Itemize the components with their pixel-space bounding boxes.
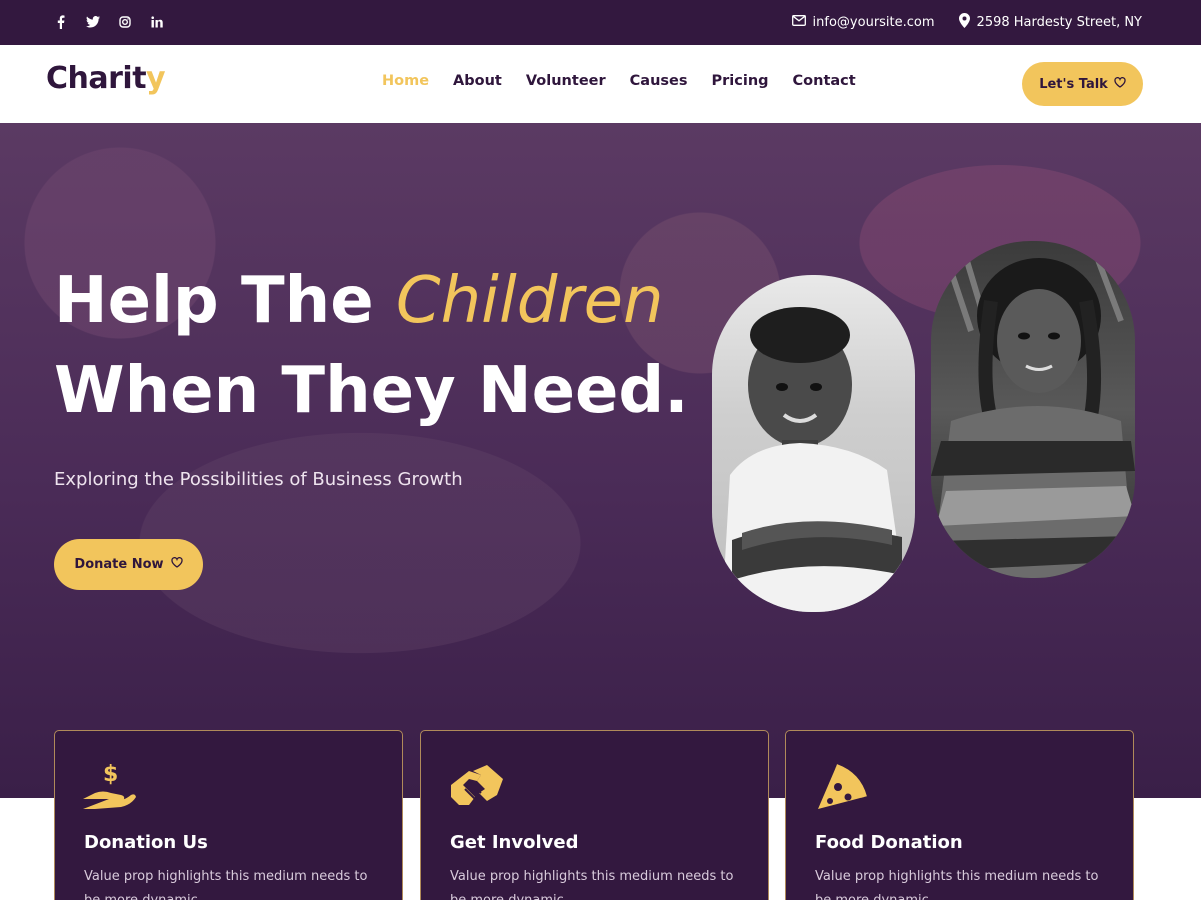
card-title: Get Involved bbox=[450, 832, 579, 853]
location-pin-icon bbox=[958, 13, 970, 32]
hero-section: Help The Children When They Need. Explor… bbox=[0, 123, 1201, 798]
service-card-food-donation[interactable]: Food Donation Value prop highlights this… bbox=[785, 730, 1134, 900]
card-title: Donation Us bbox=[84, 832, 208, 853]
hero-photo-boy bbox=[712, 275, 915, 612]
nav-contact[interactable]: Contact bbox=[793, 73, 856, 89]
top-bar: info@yoursite.com 2598 Hardesty Street, … bbox=[0, 0, 1201, 45]
nav-home[interactable]: Home bbox=[382, 73, 429, 89]
address-contact: 2598 Hardesty Street, NY bbox=[958, 13, 1142, 32]
hero-title-line1: Help The Children bbox=[54, 269, 664, 333]
card-text: Value prop highlights this medium needs … bbox=[450, 869, 734, 900]
lets-talk-label: Let's Talk bbox=[1039, 76, 1108, 92]
main-header: Charity Home About Volunteer Causes Pric… bbox=[0, 45, 1201, 123]
money-hand-icon: $ bbox=[81, 759, 137, 815]
nav-pricing[interactable]: Pricing bbox=[712, 73, 769, 89]
hero-title-part1: Help The bbox=[54, 264, 374, 338]
service-card-get-involved[interactable]: Get Involved Value prop highlights this … bbox=[420, 730, 769, 900]
social-links bbox=[52, 13, 166, 31]
hero-subtitle: Exploring the Possibilities of Business … bbox=[54, 469, 463, 490]
linkedin-icon[interactable] bbox=[148, 13, 166, 31]
nav-volunteer[interactable]: Volunteer bbox=[526, 73, 606, 89]
heart-icon bbox=[170, 557, 183, 572]
logo[interactable]: Charity bbox=[46, 61, 166, 96]
facebook-icon[interactable] bbox=[52, 13, 70, 31]
card-text: Value prop highlights this medium needs … bbox=[84, 869, 368, 900]
nav-about[interactable]: About bbox=[453, 73, 502, 89]
hero-title-line2: When They Need. bbox=[54, 354, 689, 428]
heart-icon bbox=[1114, 76, 1126, 92]
email-text: info@yoursite.com bbox=[812, 15, 935, 30]
logo-accent: y bbox=[146, 61, 166, 96]
donate-now-label: Donate Now bbox=[74, 557, 164, 572]
svg-text:$: $ bbox=[103, 762, 118, 787]
card-title: Food Donation bbox=[815, 832, 963, 853]
main-nav: Home About Volunteer Causes Pricing Cont… bbox=[382, 73, 856, 89]
address-text: 2598 Hardesty Street, NY bbox=[976, 15, 1142, 30]
mail-icon bbox=[791, 15, 806, 30]
contact-info: info@yoursite.com 2598 Hardesty Street, … bbox=[791, 13, 1142, 32]
twitter-icon[interactable] bbox=[84, 13, 102, 31]
instagram-icon[interactable] bbox=[116, 13, 134, 31]
service-card-donation[interactable]: $ Donation Us Value prop highlights this… bbox=[54, 730, 403, 900]
logo-text: Charit bbox=[46, 61, 147, 96]
email-contact[interactable]: info@yoursite.com bbox=[791, 15, 935, 30]
pizza-icon bbox=[812, 759, 868, 815]
nav-causes[interactable]: Causes bbox=[630, 73, 688, 89]
hero-title-highlight: Children bbox=[395, 264, 664, 338]
handshake-icon bbox=[447, 759, 503, 815]
hero-photo-girl bbox=[931, 241, 1135, 578]
card-text: Value prop highlights this medium needs … bbox=[815, 869, 1099, 900]
donate-now-button[interactable]: Donate Now bbox=[54, 539, 203, 590]
lets-talk-button[interactable]: Let's Talk bbox=[1022, 62, 1143, 106]
